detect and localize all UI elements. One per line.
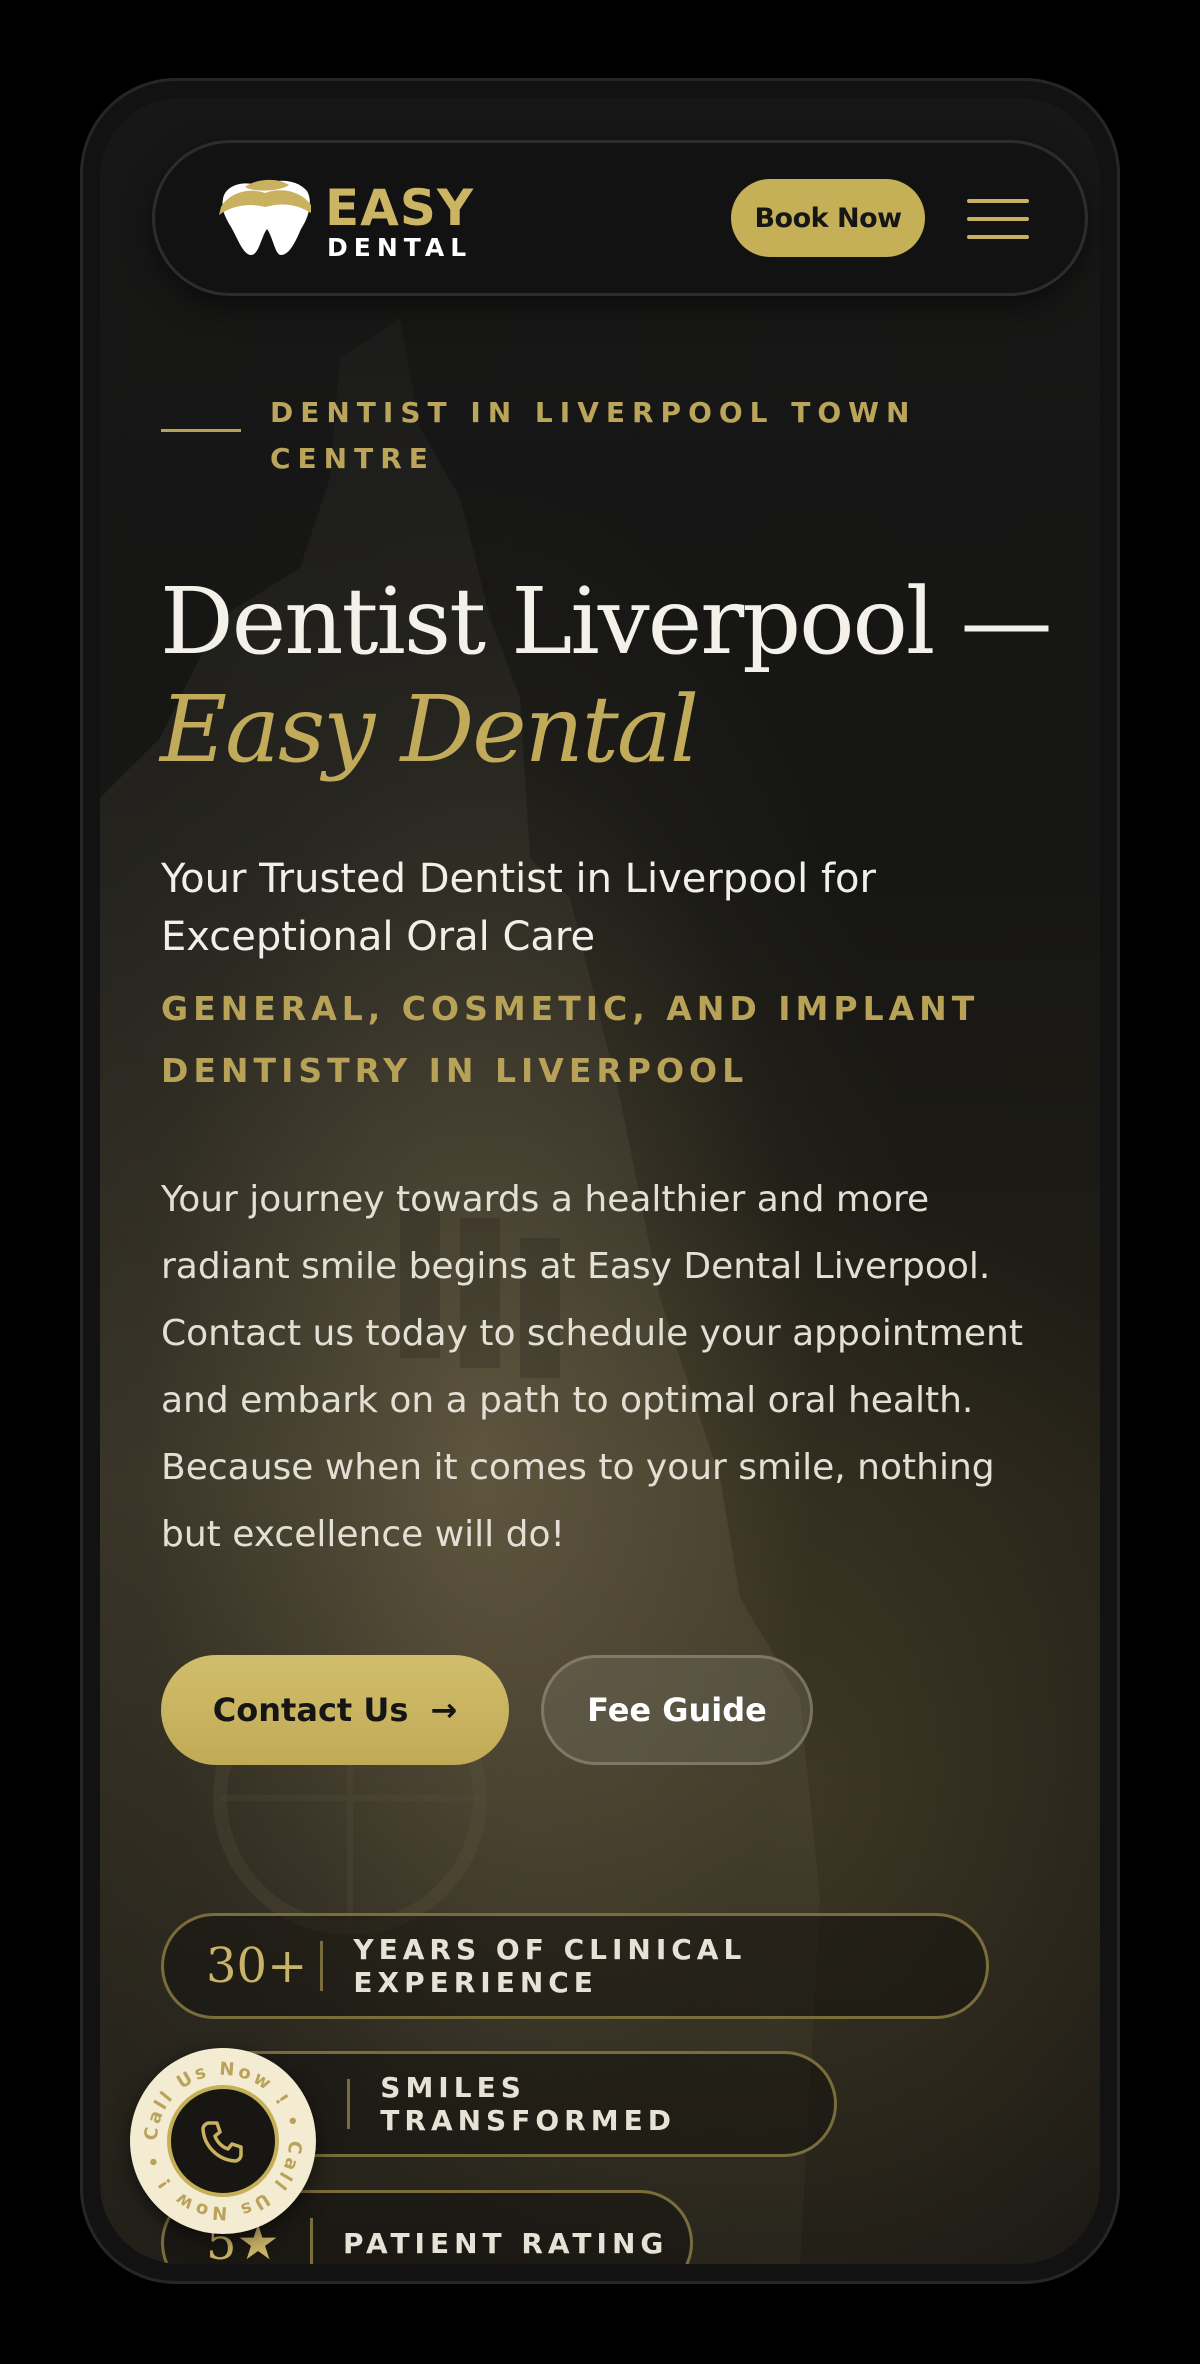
tooth-logo-icon (219, 179, 311, 255)
stat-label: SMILES TRANSFORMED (380, 2071, 676, 2137)
stat-label: PATIENT RATING (343, 2226, 669, 2260)
arrow-right-icon: → (430, 1691, 458, 1729)
hero-description: Your journey towards a healthier and mor… (161, 1179, 1023, 1555)
hero-section: EASY DENTAL Book Now DENTIST IN LIVERPOO… (100, 98, 1100, 2264)
hero-title-accent: Easy Dental (160, 676, 699, 783)
stat-pill-experience: 30+ YEARS OF CLINICAL EXPERIENCE (161, 1913, 989, 2019)
hero-eyebrow: DENTIST IN LIVERPOOL TOWN CENTRE (270, 396, 917, 475)
easy-dental-logo[interactable]: EASY DENTAL (215, 177, 485, 267)
stat-label: YEARS OF CLINICAL EXPERIENCE (353, 1933, 747, 1999)
stat-number: 30+ (206, 1938, 308, 1994)
contact-us-button[interactable]: Contact Us → (161, 1655, 509, 1765)
contact-us-label: Contact Us (212, 1691, 409, 1729)
hamburger-menu-icon[interactable] (967, 199, 1029, 239)
top-navbar: EASY DENTAL Book Now (152, 140, 1088, 296)
hero-services-tagline: GENERAL, COSMETIC, AND IMPLANT DENTISTRY… (161, 989, 980, 1090)
hero-title-main: Dentist Liverpool — (160, 568, 1053, 675)
fee-guide-button[interactable]: Fee Guide (541, 1655, 813, 1765)
device-frame: EASY DENTAL Book Now DENTIST IN LIVERPOO… (80, 78, 1120, 2284)
logo-text-easy: EASY (325, 179, 475, 237)
book-now-button[interactable]: Book Now (731, 179, 925, 257)
hero-subtitle: Your Trusted Dentist in Liverpool for Ex… (161, 856, 876, 960)
eyebrow-divider (161, 429, 241, 432)
call-badge-graphic: Call Us Now ! • Call Us Now ! • (141, 2059, 303, 2224)
logo-text-dental: DENTAL (327, 233, 473, 262)
call-us-now-badge[interactable]: Call Us Now ! • Call Us Now ! • (130, 2048, 316, 2234)
hero-title: Dentist Liverpool — Easy Dental (160, 568, 1060, 784)
